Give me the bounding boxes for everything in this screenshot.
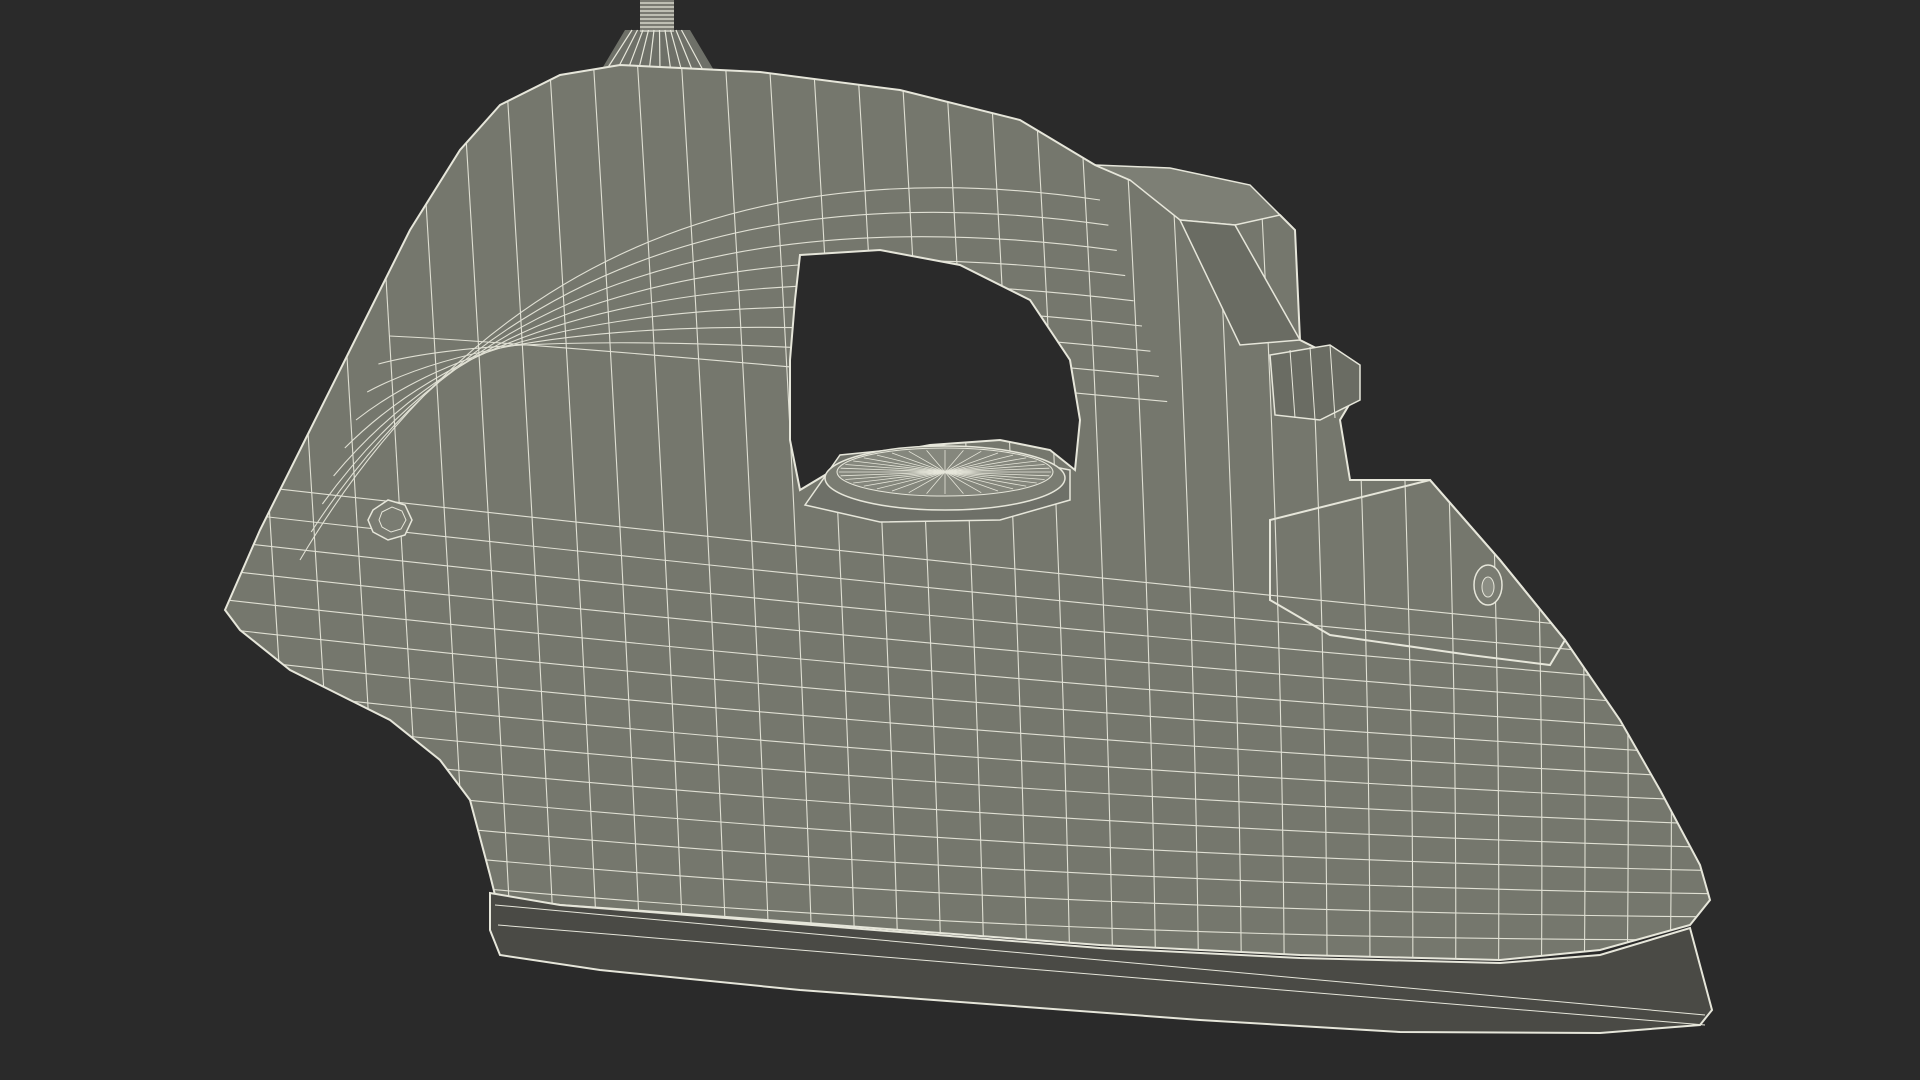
front-indicator-light [1473, 564, 1503, 606]
power-cord [600, 0, 715, 73]
iron-model [223, 0, 1714, 1035]
cord-ring [658, 29, 661, 73]
temperature-dial [803, 444, 1071, 523]
render-viewport [0, 0, 1920, 1080]
